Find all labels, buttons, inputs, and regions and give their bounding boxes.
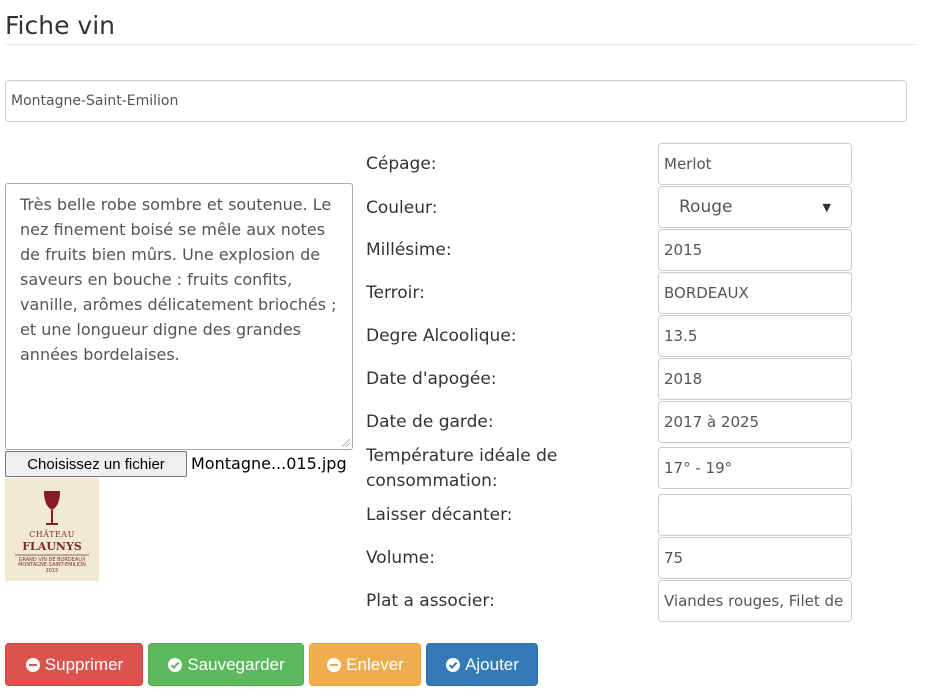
description-text: Très belle robe sombre et soutenue. Le n… <box>20 195 337 364</box>
check-circle-icon <box>446 657 461 672</box>
label-brand-line2: FLAUNYS <box>22 540 82 553</box>
file-name-text: Montagne...015.jpg <box>191 454 347 473</box>
sauvegarder-button[interactable]: Sauvegarder <box>148 643 304 686</box>
label-couleur: Couleur: <box>366 198 438 218</box>
label-degre-alcoolique: Degre Alcoolique: <box>366 326 517 346</box>
resize-grip-icon[interactable] <box>342 439 350 447</box>
couleur-select[interactable]: Rouge ▼ <box>658 186 852 228</box>
wine-glass-icon <box>44 491 60 525</box>
ajouter-label: Ajouter <box>465 654 519 674</box>
label-brand-year: 2015 <box>45 568 59 574</box>
label-millesime: Millésime: <box>366 240 452 260</box>
label-cepage: Cépage: <box>366 154 437 174</box>
sauvegarder-label: Sauvegarder <box>187 654 285 674</box>
plat-associer-input[interactable]: Viandes rouges, Filet de <box>658 580 852 622</box>
cepage-input[interactable]: Merlot <box>658 143 852 185</box>
minus-circle-icon <box>25 657 40 672</box>
page-title: Fiche vin <box>5 11 116 40</box>
wine-name-input[interactable]: Montagne-Saint-Emilion <box>5 80 907 122</box>
laisser-decanter-input[interactable] <box>658 494 852 536</box>
label-temperature: Température idéale de consommation: <box>366 446 558 491</box>
label-brand-divider <box>15 554 89 556</box>
label-plat-associer: Plat a associer: <box>366 591 495 611</box>
supprimer-label: Supprimer <box>44 654 124 674</box>
description-textarea[interactable]: Très belle robe sombre et soutenue. Le n… <box>5 183 353 450</box>
supprimer-button[interactable]: Supprimer <box>5 643 143 686</box>
label-laisser-decanter: Laisser décanter: <box>366 505 513 525</box>
terroir-input[interactable]: BORDEAUX <box>658 272 852 314</box>
label-brand-line1: CHÂTEAU <box>29 530 75 539</box>
label-date-garde: Date de garde: <box>366 412 494 432</box>
title-divider <box>5 44 917 45</box>
chevron-down-icon: ▼ <box>822 200 831 214</box>
degre-alcoolique-input[interactable]: 13.5 <box>658 315 852 357</box>
millesime-input[interactable]: 2015 <box>658 229 852 271</box>
date-apogee-input[interactable]: 2018 <box>658 358 852 400</box>
check-circle-icon <box>168 657 183 672</box>
choose-file-button[interactable]: Choisissez un fichier <box>5 451 187 477</box>
label-terroir: Terroir: <box>366 283 425 303</box>
label-date-apogee: Date d'apogée: <box>366 369 497 389</box>
temperature-input[interactable]: 17° - 19° <box>658 447 852 489</box>
enlever-button[interactable]: Enlever <box>309 643 421 686</box>
date-garde-input[interactable]: 2017 à 2025 <box>658 401 852 443</box>
enlever-label: Enlever <box>346 654 404 674</box>
volume-input[interactable]: 75 <box>658 537 852 579</box>
label-volume: Volume: <box>366 548 435 568</box>
minus-circle-icon <box>327 657 342 672</box>
ajouter-button[interactable]: Ajouter <box>426 643 538 686</box>
wine-label-thumbnail: CHÂTEAU FLAUNYS GRAND VIN DE BORDEAUX MO… <box>5 478 99 581</box>
couleur-select-value: Rouge <box>679 197 733 217</box>
